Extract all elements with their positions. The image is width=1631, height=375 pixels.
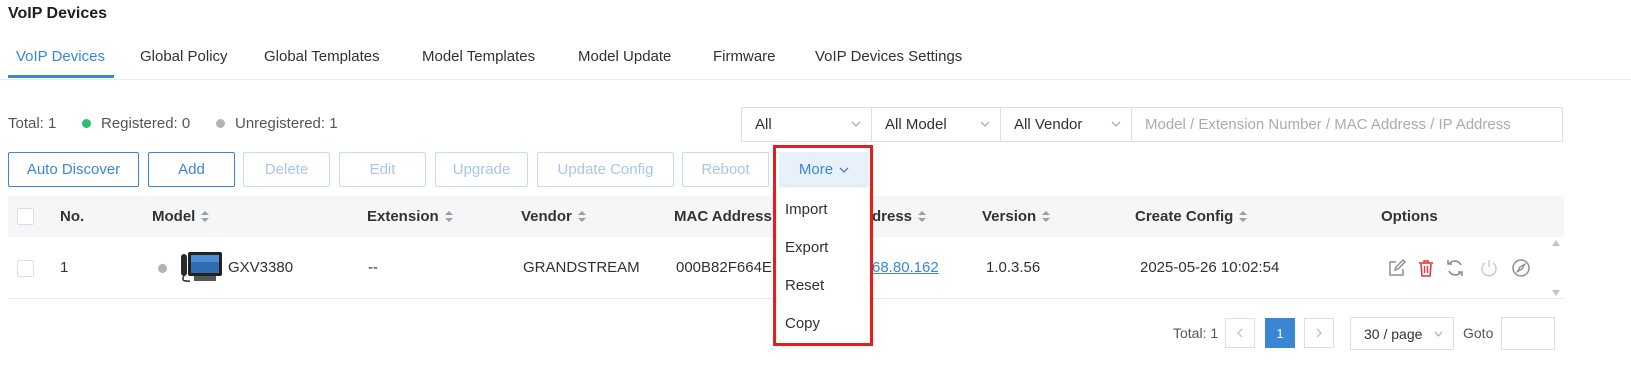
next-page-button[interactable] <box>1304 318 1334 348</box>
page-size-select[interactable]: 30 / page <box>1350 317 1454 350</box>
update-config-button[interactable]: Update Config <box>537 152 674 187</box>
chevron-down-icon <box>1434 331 1443 337</box>
summary-unregistered: Unregistered: 1 <box>216 115 338 132</box>
compass-icon[interactable] <box>1511 258 1531 278</box>
registered-count: Registered: 0 <box>101 115 191 132</box>
column-header-create-config[interactable]: Create Config <box>1135 208 1248 225</box>
pagination-total: Total: 1 <box>1173 325 1219 341</box>
row-create-config: 2025-05-26 10:02:54 <box>1140 259 1280 276</box>
page-title: VoIP Devices <box>8 5 108 22</box>
summary-registered: Registered: 0 <box>82 115 190 132</box>
column-header-model[interactable]: Model <box>152 208 210 225</box>
sort-icon[interactable] <box>577 211 586 222</box>
tab-model-templates[interactable]: Model Templates <box>422 48 535 65</box>
chevron-left-icon <box>1237 328 1243 338</box>
add-button[interactable]: Add <box>148 152 235 187</box>
edit-icon[interactable] <box>1387 258 1407 278</box>
more-button[interactable]: More <box>779 152 869 187</box>
column-header-vendor[interactable]: Vendor <box>521 208 586 225</box>
scroll-down-icon[interactable] <box>1552 290 1560 296</box>
model-filter-select[interactable]: All Model <box>871 107 1001 142</box>
vendor-filter-value: All Vendor <box>1014 116 1083 133</box>
menu-item-reset[interactable]: Reset <box>785 277 824 294</box>
status-filter-value: All <box>755 116 772 133</box>
tab-global-policy[interactable]: Global Policy <box>140 48 228 65</box>
prev-page-button[interactable] <box>1225 318 1255 348</box>
scroll-up-icon[interactable] <box>1552 240 1560 246</box>
sort-icon[interactable] <box>1042 211 1051 222</box>
column-header-extension[interactable]: Extension <box>367 208 453 225</box>
device-search-input[interactable] <box>1131 107 1563 142</box>
sort-icon[interactable] <box>918 211 927 222</box>
unregistered-count: Unregistered: 1 <box>235 115 338 132</box>
select-all-checkbox[interactable] <box>17 208 34 225</box>
delete-icon[interactable] <box>1416 258 1436 278</box>
delete-button[interactable]: Delete <box>243 152 330 187</box>
row-vendor: GRANDSTREAM <box>523 259 640 276</box>
tab-bar: VoIP Devices Global Policy Global Templa… <box>0 40 1631 80</box>
reboot-button[interactable]: Reboot <box>682 152 769 187</box>
column-header-version[interactable]: Version <box>982 208 1051 225</box>
row-model: GXV3380 <box>228 259 294 276</box>
chevron-down-icon <box>1111 121 1121 127</box>
tab-voip-devices-settings[interactable]: VoIP Devices Settings <box>815 48 962 65</box>
upgrade-button[interactable]: Upgrade <box>435 152 528 187</box>
chevron-down-icon <box>851 121 861 127</box>
goto-label: Goto <box>1463 325 1494 341</box>
refresh-icon[interactable] <box>1445 258 1465 278</box>
summary-total: Total: 1 <box>8 115 57 132</box>
more-dropdown-menu: Import Export Reset Copy <box>777 188 869 343</box>
more-button-label: More <box>798 161 834 178</box>
auto-discover-button[interactable]: Auto Discover <box>8 152 139 187</box>
page-number-button[interactable]: 1 <box>1265 318 1295 348</box>
row-version: 1.0.3.56 <box>986 259 1041 276</box>
vendor-filter-select[interactable]: All Vendor <box>1000 107 1132 142</box>
menu-item-copy[interactable]: Copy <box>785 315 820 332</box>
menu-item-import[interactable]: Import <box>785 201 828 218</box>
row-mac: 000B82F664E <box>676 259 772 276</box>
menu-item-export[interactable]: Export <box>785 239 828 256</box>
tab-global-templates[interactable]: Global Templates <box>264 48 380 65</box>
column-header-mac[interactable]: MAC Address <box>674 208 772 225</box>
edit-button[interactable]: Edit <box>339 152 426 187</box>
row-number: 1 <box>60 259 69 276</box>
desk-phone-icon <box>181 252 222 282</box>
chevron-down-icon <box>980 121 990 127</box>
power-icon[interactable] <box>1479 258 1499 278</box>
chevron-down-icon <box>839 167 849 173</box>
active-tab-indicator <box>8 75 114 78</box>
row-ip-link[interactable]: 68.80.162 <box>872 259 939 276</box>
goto-page-input[interactable] <box>1501 317 1555 350</box>
column-header-ip[interactable]: dress <box>872 208 927 225</box>
tab-voip-devices[interactable]: VoIP Devices <box>16 48 105 65</box>
sort-icon[interactable] <box>444 211 453 222</box>
row-extension: -- <box>368 259 378 276</box>
row-checkbox[interactable] <box>17 260 34 277</box>
sort-icon[interactable] <box>201 211 210 222</box>
sort-icon[interactable] <box>1239 211 1248 222</box>
chevron-right-icon <box>1316 328 1322 338</box>
device-status-dot <box>158 264 167 273</box>
tab-firmware[interactable]: Firmware <box>713 48 776 65</box>
page-size-value: 30 / page <box>1364 325 1423 342</box>
registered-status-dot <box>82 119 91 128</box>
tab-model-update[interactable]: Model Update <box>578 48 671 65</box>
column-header-no: No. <box>60 208 85 225</box>
model-filter-value: All Model <box>885 116 947 133</box>
unregistered-status-dot <box>216 119 225 128</box>
column-header-options: Options <box>1381 208 1438 225</box>
status-filter-select[interactable]: All <box>741 107 872 142</box>
